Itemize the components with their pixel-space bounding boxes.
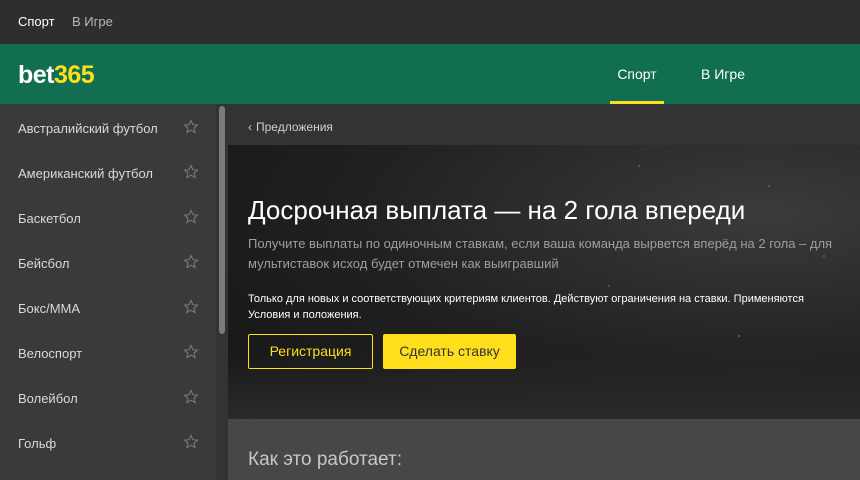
star-icon[interactable] [183, 119, 199, 135]
star-icon[interactable] [183, 344, 199, 360]
sidebar-item-label: Баскетбол [18, 211, 81, 226]
sidebar-item-golf[interactable]: Гольф [0, 419, 212, 464]
breadcrumb[interactable]: ‹ Предложения [248, 120, 333, 134]
promo-title: Досрочная выплата — на 2 гола впереди [248, 195, 746, 225]
star-icon[interactable] [183, 254, 199, 270]
main-content: ‹ Предложения Досрочная выплата — на 2 го… [228, 104, 860, 480]
promo-terms: Только для новых и соответствующих крите… [248, 293, 804, 321]
top-bar: Спорт В Игре [0, 0, 860, 44]
sparkle [638, 165, 640, 167]
sidebar-item-basketball[interactable]: Баскетбол [0, 194, 212, 239]
topbar-link-live[interactable]: В Игре [72, 14, 113, 29]
topbar-link-sport[interactable]: Спорт [18, 14, 55, 29]
star-icon[interactable] [183, 209, 199, 225]
sidebar-item-label: Бейсбол [18, 256, 70, 271]
promo-banner: Досрочная выплата — на 2 гола впереди По… [228, 145, 860, 419]
nav-tab-live-label: В Игре [701, 66, 745, 82]
logo-text-main: bet [18, 61, 55, 89]
star-icon[interactable] [183, 434, 199, 450]
nav-tab-live[interactable]: В Игре [695, 44, 751, 104]
how-it-works-section: Как это работает: [228, 419, 860, 480]
star-icon[interactable] [183, 389, 199, 405]
nav-tab-sport-label: Спорт [617, 66, 657, 82]
sidebar-item-baseball[interactable]: Бейсбол [0, 239, 212, 284]
sidebar-item-australian-football[interactable]: Австралийский футбол [0, 104, 212, 149]
chevron-left-icon: ‹ [248, 120, 252, 134]
site-header: bet365 Спорт В Игре [0, 44, 860, 104]
sparkle [768, 185, 770, 187]
sports-sidebar: Австралийский футбол Американский футбол… [0, 104, 228, 480]
star-icon[interactable] [183, 164, 199, 180]
sidebar-item-label: Американский футбол [18, 166, 154, 181]
sidebar-scrollbar[interactable] [216, 104, 228, 480]
scrollbar-thumb[interactable] [219, 106, 225, 334]
sidebar-item-boxing-mma[interactable]: Бокс/MMA [0, 284, 212, 329]
sidebar-item-american-football[interactable]: Американский футбол [0, 149, 212, 194]
sidebar-item-label: Велоспорт [18, 346, 83, 361]
nav-tab-sport[interactable]: Спорт [610, 44, 664, 104]
sidebar-item-label: Волейбол [18, 391, 78, 406]
place-bet-button[interactable]: Сделать ставку [383, 334, 516, 369]
sidebar-item-volleyball[interactable]: Волейбол [0, 374, 212, 419]
sidebar-item-label: Бокс/MMA [18, 301, 81, 316]
sidebar-item-label: Гольф [18, 436, 57, 451]
promo-subtitle: Получите выплаты по одиночным ставкам, е… [248, 236, 833, 271]
star-icon[interactable] [183, 299, 199, 315]
breadcrumb-label: Предложения [256, 120, 333, 134]
section-heading: Как это работает: [248, 449, 402, 470]
sidebar-item-label: Австралийский футбол [18, 121, 158, 136]
sparkle [608, 285, 610, 287]
sparkle [738, 335, 740, 337]
bet365-logo[interactable]: bet365 [18, 61, 95, 90]
logo-text-accent: 365 [54, 61, 95, 89]
register-button[interactable]: Регистрация [248, 334, 373, 369]
sidebar-item-cycling[interactable]: Велоспорт [0, 329, 212, 374]
